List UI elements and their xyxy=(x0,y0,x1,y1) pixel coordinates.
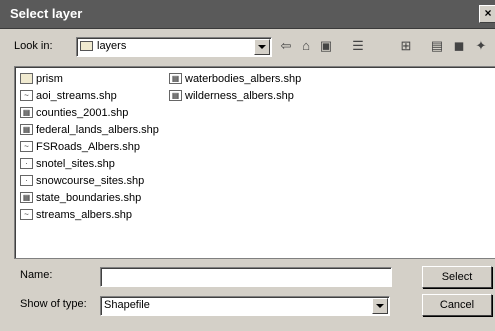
polygon-shapefile-icon: ▦ xyxy=(169,89,182,101)
list-item[interactable]: ▦ wilderness_albers.shp xyxy=(169,88,294,104)
view-list-icon[interactable]: ☰ xyxy=(350,38,366,54)
polygon-shapefile-icon: ▦ xyxy=(20,106,33,118)
line-shapefile-icon: ~ xyxy=(20,208,33,220)
folder-icon xyxy=(20,72,33,84)
list-item[interactable]: ▦ waterbodies_albers.shp xyxy=(169,71,301,87)
file-name: federal_lands_albers.shp xyxy=(36,124,159,136)
lookin-value: layers xyxy=(97,40,127,52)
window-title: Select layer xyxy=(10,6,83,21)
file-name: FSRoads_Albers.shp xyxy=(36,141,140,153)
chevron-down-icon[interactable] xyxy=(372,298,388,314)
file-name: wilderness_albers.shp xyxy=(185,90,294,102)
polygon-shapefile-icon: ▦ xyxy=(20,191,33,203)
back-icon[interactable]: ⇦ xyxy=(278,38,294,54)
connect-folder-icon[interactable]: ▣ xyxy=(318,38,334,54)
catalog-icon[interactable]: ▤ xyxy=(429,38,445,54)
polygon-shapefile-icon: ▦ xyxy=(20,123,33,135)
lookin-label: Look in: xyxy=(14,40,53,52)
file-name: counties_2001.shp xyxy=(36,107,129,119)
name-input[interactable] xyxy=(100,267,392,287)
list-item[interactable]: prism xyxy=(20,71,63,87)
cancel-button[interactable]: Cancel xyxy=(422,294,492,316)
lookin-dropdown[interactable]: layers xyxy=(76,37,272,57)
select-button[interactable]: Select xyxy=(422,266,492,288)
list-item[interactable]: ▦ federal_lands_albers.shp xyxy=(20,122,159,138)
file-name: prism xyxy=(36,73,63,85)
list-item[interactable]: ~ streams_albers.shp xyxy=(20,207,132,223)
name-label: Name: xyxy=(20,269,53,281)
type-label: Show of type: xyxy=(20,298,87,310)
file-name: snotel_sites.shp xyxy=(36,158,115,170)
file-name: waterbodies_albers.shp xyxy=(185,73,302,85)
list-item[interactable]: ~ aoi_streams.shp xyxy=(20,88,117,104)
file-name: snowcourse_sites.shp xyxy=(36,175,145,187)
database-icon[interactable]: ◼ xyxy=(451,38,467,54)
home-icon[interactable]: ⌂ xyxy=(298,38,314,54)
file-list[interactable]: prism ~ aoi_streams.shp ▦ counties_2001.shp ▦… xyxy=(14,66,495,259)
folder-icon xyxy=(80,41,93,51)
tools-icon[interactable]: ✦ xyxy=(473,38,489,54)
close-icon[interactable]: × xyxy=(479,5,495,23)
list-item[interactable]: · snotel_sites.shp xyxy=(20,156,115,172)
title-bar: Select layer × xyxy=(0,0,495,29)
polygon-shapefile-icon: ▦ xyxy=(169,72,182,84)
point-shapefile-icon: · xyxy=(20,174,33,186)
line-shapefile-icon: ~ xyxy=(20,140,33,152)
chevron-down-icon[interactable] xyxy=(254,39,270,55)
type-dropdown[interactable]: Shapefile xyxy=(100,296,390,316)
file-name: aoi_streams.shp xyxy=(36,90,117,102)
new-folder-icon[interactable]: ⊞ xyxy=(398,38,414,54)
type-value: Shapefile xyxy=(104,299,150,311)
file-name: streams_albers.shp xyxy=(36,209,132,221)
list-item[interactable]: · snowcourse_sites.shp xyxy=(20,173,144,189)
list-item[interactable]: ~ FSRoads_Albers.shp xyxy=(20,139,140,155)
point-shapefile-icon: · xyxy=(20,157,33,169)
list-item[interactable]: ▦ counties_2001.shp xyxy=(20,105,128,121)
file-name: state_boundaries.shp xyxy=(36,192,142,204)
line-shapefile-icon: ~ xyxy=(20,89,33,101)
list-item[interactable]: ▦ state_boundaries.shp xyxy=(20,190,141,206)
